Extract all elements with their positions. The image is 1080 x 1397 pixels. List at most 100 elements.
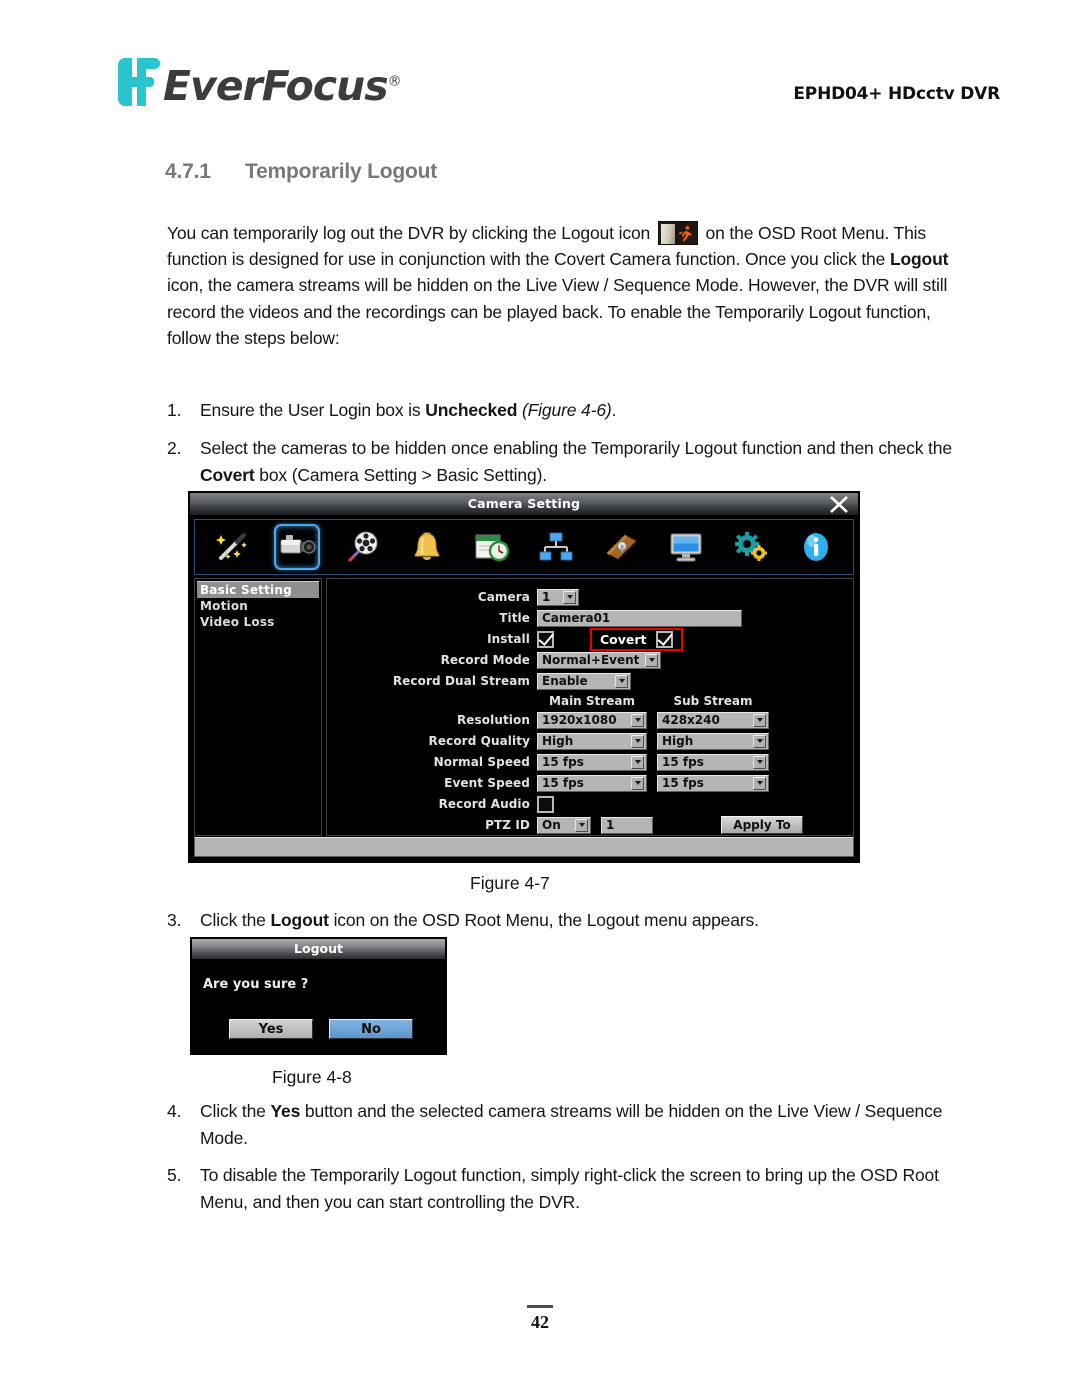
wizard-icon[interactable] xyxy=(209,524,255,570)
section-title: Temporarily Logout xyxy=(245,160,438,183)
intro-text-3: icon, the camera streams will be hidden … xyxy=(167,275,948,348)
network-icon[interactable] xyxy=(533,524,579,570)
record-dual-stream-select[interactable]: Enable xyxy=(537,672,631,690)
chevron-down-icon xyxy=(753,713,766,727)
step-marker: 4. xyxy=(167,1101,182,1121)
camera-setting-body: Basic Setting Motion Video Loss Camera 1… xyxy=(194,578,854,836)
list-item-step-3: 3. Click the Logout icon on the OSD Root … xyxy=(167,907,982,934)
list-item-step-4: 4. Click the Yes button and the selected … xyxy=(167,1098,982,1151)
figure-4-7-caption: Figure 4-7 xyxy=(470,873,550,893)
form-row-title: Title Camera01 xyxy=(337,608,843,628)
logout-dialog-title: Logout xyxy=(294,941,343,956)
section-heading: 4.7.1 Temporarily Logout xyxy=(165,160,437,184)
ptz-id-number-input[interactable]: 1 xyxy=(601,816,653,834)
schedule-icon[interactable] xyxy=(469,524,515,570)
sidebar-item-video-loss[interactable]: Video Loss xyxy=(197,614,319,630)
form-row-record-quality: Record Quality High High xyxy=(337,731,843,751)
form-row-record-dual-stream: Record Dual Stream Enable xyxy=(337,671,843,691)
logout-dialog: Logout Are you sure ? Yes No xyxy=(190,937,447,1055)
step-marker: 5. xyxy=(167,1165,182,1185)
normal-speed-sub-select[interactable]: 15 fps xyxy=(657,753,769,771)
chevron-down-icon xyxy=(631,713,644,727)
section-number: 4.7.1 xyxy=(165,160,211,183)
list-item-step-5: 5. To disable the Temporarily Logout func… xyxy=(167,1162,982,1215)
resolution-main-select[interactable]: 1920x1080 xyxy=(537,711,647,729)
step-bold: Covert xyxy=(200,464,255,485)
camera-setting-form: Camera 1 Title Camera01 Install Covert R… xyxy=(326,578,854,836)
title-input[interactable]: Camera01 xyxy=(537,609,742,627)
sidebar-item-motion[interactable]: Motion xyxy=(197,598,319,614)
logout-dialog-body: Are you sure ? Yes No xyxy=(192,960,445,1055)
camera-icon[interactable] xyxy=(273,524,320,570)
record-quality-main-select[interactable]: High xyxy=(537,732,647,750)
event-speed-sub-select[interactable]: 15 fps xyxy=(657,774,769,792)
form-row-record-mode: Record Mode Normal+Event xyxy=(337,650,843,670)
display-icon[interactable] xyxy=(663,524,709,570)
chevron-down-icon xyxy=(631,755,644,769)
intro-text-1: You can temporarily log out the DVR by c… xyxy=(167,223,655,243)
record-quality-main-value: High xyxy=(542,734,574,748)
footer-divider xyxy=(527,1305,553,1308)
normal-speed-sub-value: 15 fps xyxy=(662,755,704,769)
step-marker: 3. xyxy=(167,910,182,930)
no-button[interactable]: No xyxy=(329,1019,413,1039)
sidebar-item-basic-setting[interactable]: Basic Setting xyxy=(197,581,319,598)
step-marker: 2. xyxy=(167,438,182,458)
resolution-sub-select[interactable]: 428x240 xyxy=(657,711,769,729)
title-label: Title xyxy=(499,611,530,625)
chevron-down-icon xyxy=(753,734,766,748)
step-text-c: . xyxy=(611,400,617,420)
chevron-down-icon xyxy=(575,818,588,832)
install-label: Install xyxy=(487,632,530,646)
form-row-event-speed: Event Speed 15 fps 15 fps xyxy=(337,773,843,793)
record-audio-checkbox[interactable] xyxy=(537,795,554,813)
record-icon[interactable] xyxy=(339,524,385,570)
close-icon[interactable] xyxy=(828,494,850,515)
step-text-a: Click the xyxy=(200,1101,271,1121)
form-row-camera: Camera 1 xyxy=(337,587,843,607)
disk-icon[interactable] xyxy=(598,524,644,570)
figure-4-8-caption: Figure 4-8 xyxy=(272,1067,352,1087)
event-speed-main-select[interactable]: 15 fps xyxy=(537,774,647,792)
camera-label: Camera xyxy=(477,590,530,604)
ptz-id-select[interactable]: On xyxy=(537,816,591,834)
ptz-id-label: PTZ ID xyxy=(485,818,530,832)
information-icon[interactable] xyxy=(793,524,839,570)
covert-checkbox[interactable] xyxy=(655,630,673,648)
step-bold: Unchecked xyxy=(425,400,518,420)
camera-setting-sidebar: Basic Setting Motion Video Loss xyxy=(194,578,322,836)
form-row-record-audio: Record Audio xyxy=(337,794,843,814)
record-mode-select[interactable]: Normal+Event xyxy=(537,651,661,669)
logout-icon xyxy=(657,221,698,245)
record-dual-stream-value: Enable xyxy=(542,674,588,688)
list-item-step-1: 1. Ensure the User Login box is Unchecked… xyxy=(167,397,867,424)
camera-select[interactable]: 1 xyxy=(537,588,579,606)
camera-setting-title: Camera Setting xyxy=(467,496,581,511)
page-number: 42 xyxy=(531,1312,549,1332)
normal-speed-main-select[interactable]: 15 fps xyxy=(537,753,647,771)
event-speed-main-value: 15 fps xyxy=(542,776,584,790)
step-text-b: box (Camera Setting > Basic Setting). xyxy=(254,464,547,485)
chevron-down-icon xyxy=(645,653,658,667)
record-quality-label: Record Quality xyxy=(428,734,530,748)
registered-mark: ® xyxy=(387,73,402,90)
logo-wordmark: EverFocus® xyxy=(163,66,402,107)
record-quality-sub-select[interactable]: High xyxy=(657,732,769,750)
header-model-name: EPHD04+ HDcctv DVR xyxy=(793,84,1000,104)
logout-confirm-message: Are you sure ? xyxy=(203,977,309,992)
alarm-bell-icon[interactable] xyxy=(404,524,450,570)
chevron-down-icon xyxy=(753,755,766,769)
chevron-down-icon xyxy=(631,776,644,790)
step-bold: Logout xyxy=(270,910,329,930)
apply-to-button[interactable]: Apply To xyxy=(721,816,803,834)
sub-stream-header: Sub Stream xyxy=(673,694,753,708)
event-speed-sub-value: 15 fps xyxy=(662,776,704,790)
step-text-a: To disable the Temporarily Logout functi… xyxy=(200,1165,939,1212)
logout-dialog-titlebar: Logout xyxy=(192,939,445,960)
everfocus-logo: EverFocus® xyxy=(118,58,402,107)
step-bold: Yes xyxy=(270,1101,301,1121)
covert-label: Covert xyxy=(600,631,647,647)
yes-button[interactable]: Yes xyxy=(229,1019,313,1039)
system-settings-icon[interactable] xyxy=(728,524,774,570)
install-checkbox[interactable] xyxy=(537,630,554,648)
